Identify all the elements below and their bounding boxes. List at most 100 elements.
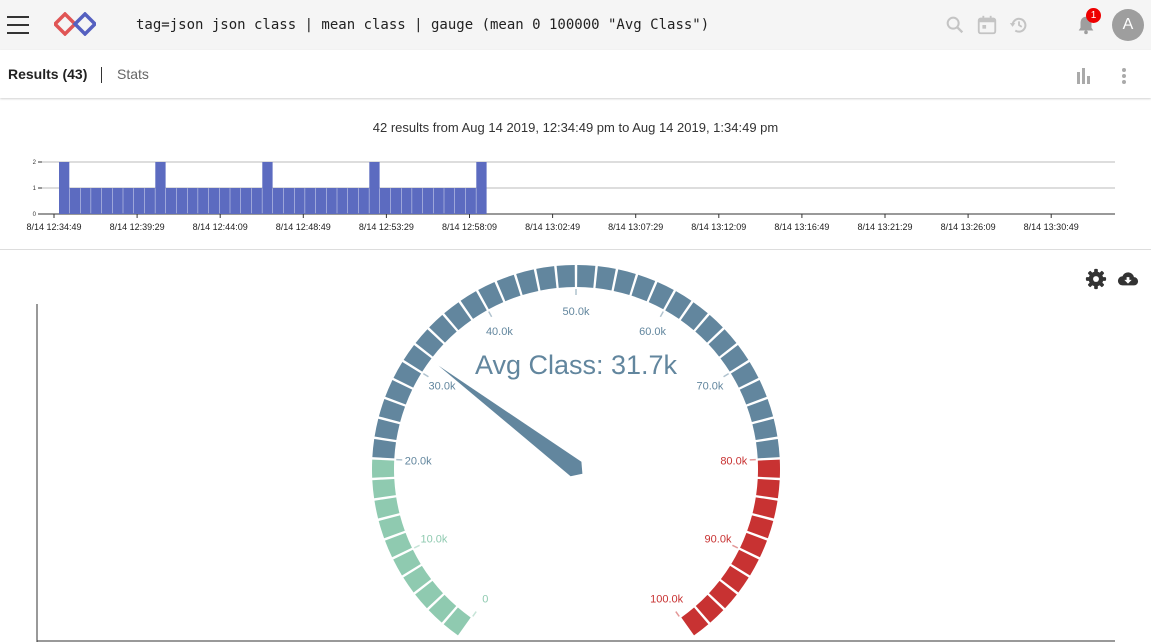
gauge-tick <box>422 372 429 378</box>
x-tick-label: 8/14 12:34:49 <box>26 222 81 232</box>
histogram-bar <box>358 188 369 214</box>
y-tick-label: 2 <box>33 160 37 166</box>
gauge-tick <box>413 544 420 549</box>
y-tick-label: 1 <box>33 186 37 192</box>
histogram-bar <box>294 188 305 214</box>
histogram-bar <box>176 188 187 214</box>
gauge-segment <box>372 439 396 459</box>
histogram-bar <box>444 188 455 214</box>
histogram-bar <box>369 162 380 214</box>
logo-icon[interactable] <box>54 12 96 36</box>
search-query[interactable]: tag=json json class | mean class | gauge… <box>136 17 709 33</box>
x-tick-label: 8/14 12:48:49 <box>276 222 331 232</box>
histogram-bar <box>326 188 337 214</box>
x-tick-label: 8/14 12:58:09 <box>442 222 497 232</box>
histogram-bar <box>305 188 316 214</box>
histogram-bar <box>155 162 166 214</box>
gauge-tick-label: 60.0k <box>639 326 666 338</box>
avatar[interactable]: A <box>1112 9 1144 41</box>
settings-icon[interactable] <box>1085 268 1107 290</box>
histogram-bar <box>219 188 230 214</box>
x-tick-label: 8/14 13:16:49 <box>774 222 829 232</box>
histogram-bar <box>123 188 134 214</box>
gauge-tick <box>732 544 739 549</box>
histogram-bar <box>80 188 91 214</box>
x-tick-label: 8/14 12:39:29 <box>110 222 165 232</box>
search-icon[interactable] <box>944 14 966 36</box>
histogram-bar <box>422 188 434 214</box>
gauge-tick <box>723 372 730 378</box>
gauge-needle <box>438 365 583 477</box>
gauge-segment <box>756 479 780 499</box>
gauge-segment <box>752 418 778 441</box>
gauge-tick-label: 0 <box>482 593 488 605</box>
notification-badge: 1 <box>1086 8 1101 23</box>
x-tick-label: 8/14 13:07:29 <box>608 222 663 232</box>
histogram-bar <box>315 188 327 214</box>
gauge-tick-label: 100.0k <box>650 593 684 605</box>
x-tick-label: 8/14 12:44:09 <box>193 222 248 232</box>
gauge-tick-label: 50.0k <box>563 306 590 318</box>
gauge-segment <box>536 266 557 291</box>
histogram-bar <box>390 188 401 214</box>
histogram-bar <box>59 162 70 214</box>
gauge-segment <box>577 265 596 288</box>
cloud-download-icon[interactable] <box>1117 268 1139 290</box>
histogram-bar <box>337 188 348 214</box>
histogram-bar <box>380 188 391 214</box>
gauge-title: Avg Class: 31.7k <box>475 350 678 380</box>
gauge-tick <box>488 311 493 318</box>
histogram-bar <box>91 188 102 214</box>
histogram-bar <box>208 188 220 214</box>
histogram-bar <box>240 188 252 214</box>
gauge-tick <box>675 611 680 617</box>
more-vert-icon[interactable] <box>1114 66 1134 86</box>
histogram-bar <box>166 188 177 214</box>
gauge-tick-label: 90.0k <box>705 533 732 545</box>
menu-icon[interactable] <box>7 16 29 34</box>
histogram-bar <box>433 188 444 214</box>
histogram-bar <box>69 188 80 214</box>
gauge-tick-label: 20.0k <box>405 456 432 468</box>
chart-icon[interactable] <box>1073 66 1095 86</box>
gauge-tick-label: 70.0k <box>697 380 724 392</box>
gauge-tick-label: 30.0k <box>429 380 456 392</box>
gauge-segment <box>613 269 636 295</box>
histogram-bar <box>454 188 466 214</box>
top-bar: tag=json json class | mean class | gauge… <box>0 0 1151 50</box>
calendar-icon[interactable] <box>976 14 998 36</box>
history-icon[interactable] <box>1008 14 1030 36</box>
x-tick-label: 8/14 13:30:49 <box>1024 222 1079 232</box>
gauge-tick-label: 10.0k <box>421 533 448 545</box>
gauge-tick <box>472 611 477 617</box>
histogram-bar <box>283 188 294 214</box>
histogram-bar <box>262 162 273 214</box>
gauge-segment <box>374 418 400 441</box>
gauge-tick-label: 40.0k <box>486 326 513 338</box>
x-tick-label: 8/14 12:53:29 <box>359 222 414 232</box>
histogram-bar <box>112 188 123 214</box>
gauge-segment <box>756 439 780 459</box>
x-tick-label: 8/14 13:12:09 <box>691 222 746 232</box>
gauge-tick-label: 80.0k <box>720 456 747 468</box>
histogram-bar <box>230 188 241 214</box>
tab-stats[interactable]: Stats <box>117 66 149 82</box>
tab-divider <box>101 67 102 83</box>
gauge-segment <box>372 459 395 478</box>
tab-results[interactable]: Results (43) <box>8 66 87 82</box>
gauge-segment <box>595 266 616 291</box>
results-summary: 42 results from Aug 14 2019, 12:34:49 pm… <box>372 120 779 135</box>
timeline-histogram[interactable]: 0 1 2 8/14 12:34:49 8/14 12:39:29 8/14 12:44:… <box>0 150 1151 240</box>
gauge-tick <box>659 311 664 318</box>
histogram-bar <box>465 188 476 214</box>
histogram-bar <box>347 188 359 214</box>
histogram-bar <box>144 188 155 214</box>
results-tabs: Results (43) Stats <box>0 50 1151 98</box>
histogram-bar <box>412 188 423 214</box>
histogram-bar <box>187 188 198 214</box>
histogram-bar <box>476 162 487 214</box>
gauge-chart: 0 10.0k 20.0k 30.0k 40.0k 50.0k 60.0k 70.0k 80.0… <box>36 265 1115 642</box>
histogram-bar <box>401 188 412 214</box>
gauge-segment <box>516 269 539 295</box>
histogram-bar <box>273 188 284 214</box>
